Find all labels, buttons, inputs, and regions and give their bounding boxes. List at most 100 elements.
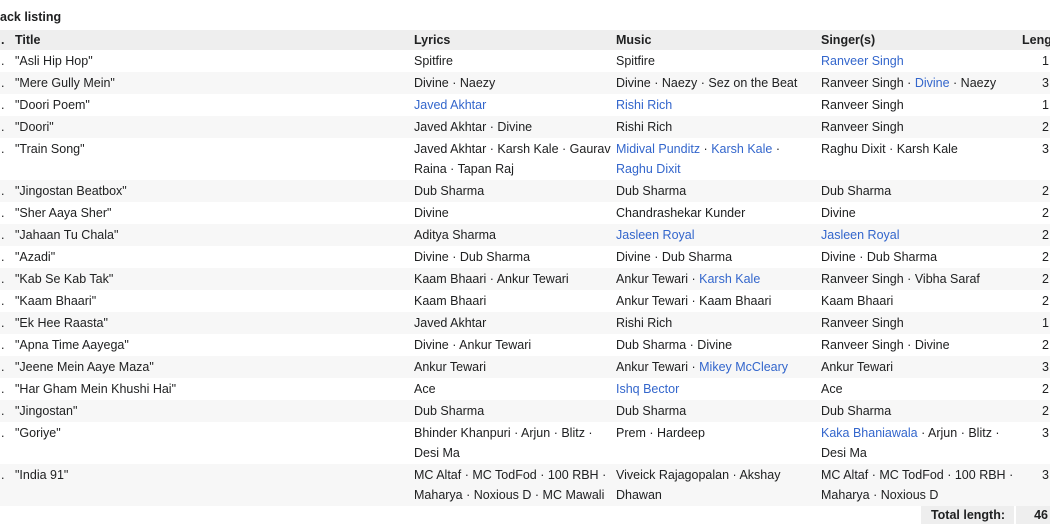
track-row: . "Train Song" Javed Akhtar · Karsh Kale ·… [0,138,1050,180]
credit-name: Ankur Tewari [414,360,487,374]
credit-link[interactable]: Jasleen Royal [821,228,900,242]
credit-name: Ace [414,382,436,396]
lyrics-cell: Divine [410,202,613,224]
credit-separator: · [531,488,543,502]
lyrics-cell: Kaam Bhaari · Ankur Tewari [410,268,613,290]
track-rows: . "Asli Hip Hop" Spitfire Spitfire Ranveer S… [0,50,1050,506]
credit-name: Bhinder Khanpuri [414,426,511,440]
track-number: . [1,382,5,396]
track-title: "Doori Poem" [15,98,90,112]
header-row: . Title Lyrics Music Singer(s) Leng [0,30,1050,50]
singers-cell: MC Altaf · MC TodFod · 100 RBH · Maharya… [817,464,1018,506]
credit-link[interactable]: Raghu Dixit [616,162,681,176]
credit-link[interactable]: Jasleen Royal [616,228,695,242]
track-row: . "Jingostan Beatbox" Dub Sharma Dub Sharma… [0,180,1050,202]
track-title: "Har Gham Mein Khushi Hai" [15,382,177,396]
credit-name: Divine [616,250,651,264]
credit-name: Noxious D [880,488,939,502]
singers-cell: Divine · Dub Sharma [817,246,1018,268]
credit-name: MC TodFod [472,468,537,482]
singers-cell: Dub Sharma [817,180,1018,202]
track-number: . [1,294,5,308]
credit-link[interactable]: Karsh Kale [711,142,772,156]
track-row: . "Doori" Javed Akhtar · Divine Rishi Rich R… [0,116,1050,138]
music-cell: Divine · Naezy · Sez on the Beat [613,72,817,94]
credit-link[interactable]: Javed Akhtar [414,98,486,112]
credit-name: Ankur Tewari [616,272,689,286]
track-row: . "India 91" MC Altaf · MC TodFod · 100 RB… [0,464,1050,506]
music-cell: Dub Sharma · Divine [613,334,817,356]
credit-name: Hardeep [656,426,705,440]
credit-name: Divine [914,338,950,352]
credit-separator: · [650,76,662,90]
lyrics-cell: Javed Akhtar · Divine [410,116,613,138]
credit-name: Karsh Kale [497,142,559,156]
credit-name: Dub Sharma [414,404,485,418]
credit-link[interactable]: Karsh Kale [699,272,760,286]
credit-name: Dub Sharma [616,184,687,198]
credit-link[interactable]: Kaka Bhaniawala [821,426,918,440]
track-number: . [1,54,5,68]
credit-name: Tapan Raj [457,162,514,176]
credit-name: Kaam Bhaari [414,294,487,308]
credit-name: Raghu Dixit [821,142,886,156]
music-cell: Rishi Rich [613,312,817,334]
singers-cell: Ranveer Singh · Vibha Saraf [817,268,1018,290]
lyrics-cell: Divine · Naezy [410,72,613,94]
credit-separator: · [598,468,607,482]
credit-separator: · [697,76,709,90]
track-length: 3 [1042,142,1049,156]
credit-name: Naezy [459,76,496,90]
track-row: . "Apna Time Aayega" Divine · Ankur Tewari… [0,334,1050,356]
credit-name: Chandrashekar Kunder [616,206,746,220]
credit-name: Viveick Rajagopalan [616,468,730,482]
track-number: . [0,312,11,334]
credit-name: Vibha Saraf [914,272,980,286]
credit-link[interactable]: Ranveer Singh [821,54,904,68]
credit-link[interactable]: Rishi Rich [616,98,672,112]
credit-name: Desi Ma [821,446,867,460]
total-length-label: Total length: [921,506,1014,524]
credit-link[interactable]: Ishq Bector [616,382,679,396]
lyrics-cell: Dub Sharma [410,180,613,202]
singers-cell: Jasleen Royal [817,224,1018,246]
credit-name: Divine [414,206,449,220]
track-length: 3 [1018,356,1050,378]
credit-separator: · [917,426,929,440]
credit-name: Sez on the Beat [708,76,798,90]
lyrics-cell: Kaam Bhaari [410,290,613,312]
credit-separator: · [510,426,522,440]
credit-name: Rishi Rich [616,316,673,330]
credit-name: Rishi Rich [616,120,673,134]
header-music: Music [613,30,817,50]
credit-separator: · [645,426,657,440]
credit-name: Divine [414,338,449,352]
credit-link[interactable]: Midival Punditz [616,142,700,156]
header-lyrics: Lyrics [410,30,613,50]
credit-separator: · [903,272,915,286]
credit-separator: · [536,468,548,482]
track-title: "India 91" [11,464,410,506]
credit-separator: · [949,76,961,90]
track-length: 2 [1042,250,1049,264]
credit-link[interactable]: Mikey McCleary [699,360,788,374]
lyrics-cell: Javed Akhtar [410,94,613,116]
track-length: 3 [1018,72,1050,94]
track-title: "Apna Time Aayega" [15,338,129,352]
track-title: "Azadi" [15,250,56,264]
credit-name: Javed Akhtar [414,142,487,156]
credit-name: Blitz [968,426,992,440]
track-row: . "Jeene Mein Aaye Maza" Ankur Tewari Ankur… [0,356,1050,378]
credit-name: Ranveer Singh [821,316,904,330]
track-number: . [0,356,11,378]
credit-separator: · [486,120,498,134]
credit-name: Dub Sharma [821,404,892,418]
credit-separator: · [885,142,897,156]
track-row: . "Mere Gully Mein" Divine · Naezy Divine ·… [0,72,1050,94]
track-row: . "Kab Se Kab Tak" Kaam Bhaari · Ankur Tew… [0,268,1050,290]
credit-name: Prem [616,426,646,440]
credit-separator: · [729,468,740,482]
track-length: 2 [1042,294,1049,308]
credit-link[interactable]: Divine [915,76,950,90]
credit-separator: · [700,142,712,156]
